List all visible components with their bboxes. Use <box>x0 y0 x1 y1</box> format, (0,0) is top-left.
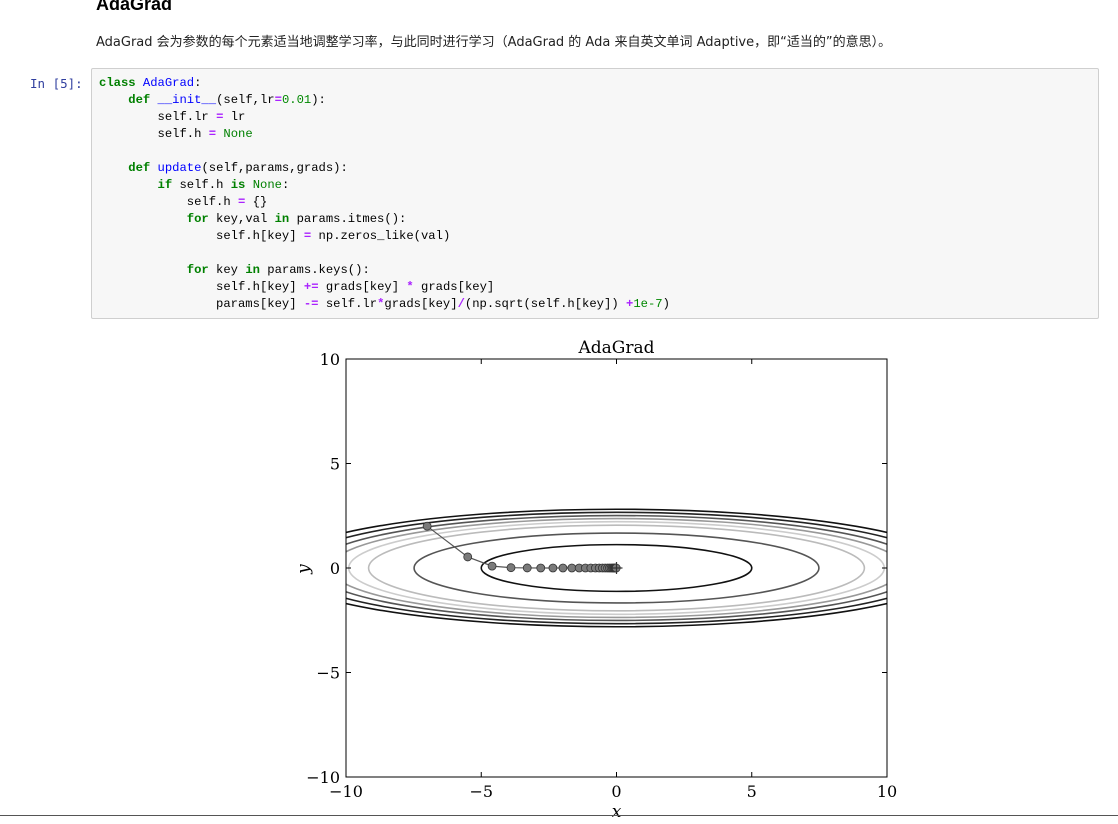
code-line: self.h[key] += grads[key] * grads[key] <box>216 280 495 294</box>
x-tick-label: 10 <box>877 782 897 801</box>
chart-title: AdaGrad <box>577 338 654 358</box>
y-tick-label: 0 <box>330 559 340 578</box>
y-tick-label: −5 <box>316 664 340 683</box>
x-tick-label: 0 <box>611 782 621 801</box>
code-line: self.h = None <box>157 127 253 141</box>
y-tick-label: 5 <box>330 455 340 474</box>
path-point <box>522 563 532 573</box>
code-line: class AdaGrad: <box>99 76 202 90</box>
y-tick-label: −10 <box>306 768 340 787</box>
x-tick-label: −5 <box>469 782 493 801</box>
chart-svg: −10−10−5−500551010AdaGradyx <box>294 338 897 822</box>
contour-group <box>346 508 887 628</box>
section-heading: AdaGrad <box>96 0 173 14</box>
path-point <box>422 521 432 531</box>
cell-prompt: In [5]: <box>30 76 83 91</box>
code-line: self.h = {} <box>186 195 268 209</box>
x-tick-label: 5 <box>747 782 757 801</box>
code-line: self.lr = lr <box>157 110 246 124</box>
code-line: for key in params.keys(): <box>186 263 370 277</box>
code-editor[interactable]: class AdaGrad: def __init__(self,lr=0.01… <box>92 69 1098 313</box>
adagrad-plot: −10 −10 −5 −5 0 0 5 5 10 10 AdaGrad y x <box>286 334 906 824</box>
page-divider <box>0 815 1118 816</box>
code-line: params[key] -= self.lr*grads[key]/(np.sq… <box>216 297 670 311</box>
y-axis-label: y <box>294 564 314 575</box>
path-point <box>506 563 516 573</box>
code-line: for key,val in params.itmes(): <box>186 212 407 226</box>
path-point <box>567 563 577 573</box>
path-point <box>463 552 473 562</box>
section-description: AdaGrad 会为参数的每个元素适当地调整学习率，与此同时进行学习（AdaGr… <box>96 35 892 50</box>
code-line: if self.h is None: <box>157 178 290 192</box>
code-line: self.h[key] = np.zeros_like(val) <box>216 229 451 243</box>
x-axis-label: x <box>612 802 622 820</box>
path-point <box>558 563 568 573</box>
code-line: def update(self,params,grads): <box>128 161 348 175</box>
path-point <box>548 563 558 573</box>
path-line <box>426 525 617 569</box>
code-cell[interactable]: class AdaGrad: def __init__(self,lr=0.01… <box>91 68 1099 319</box>
path-point <box>487 561 497 571</box>
code-line: def __init__(self,lr=0.01): <box>128 93 326 107</box>
y-tick-label: 10 <box>320 350 340 369</box>
path-point <box>536 563 546 573</box>
